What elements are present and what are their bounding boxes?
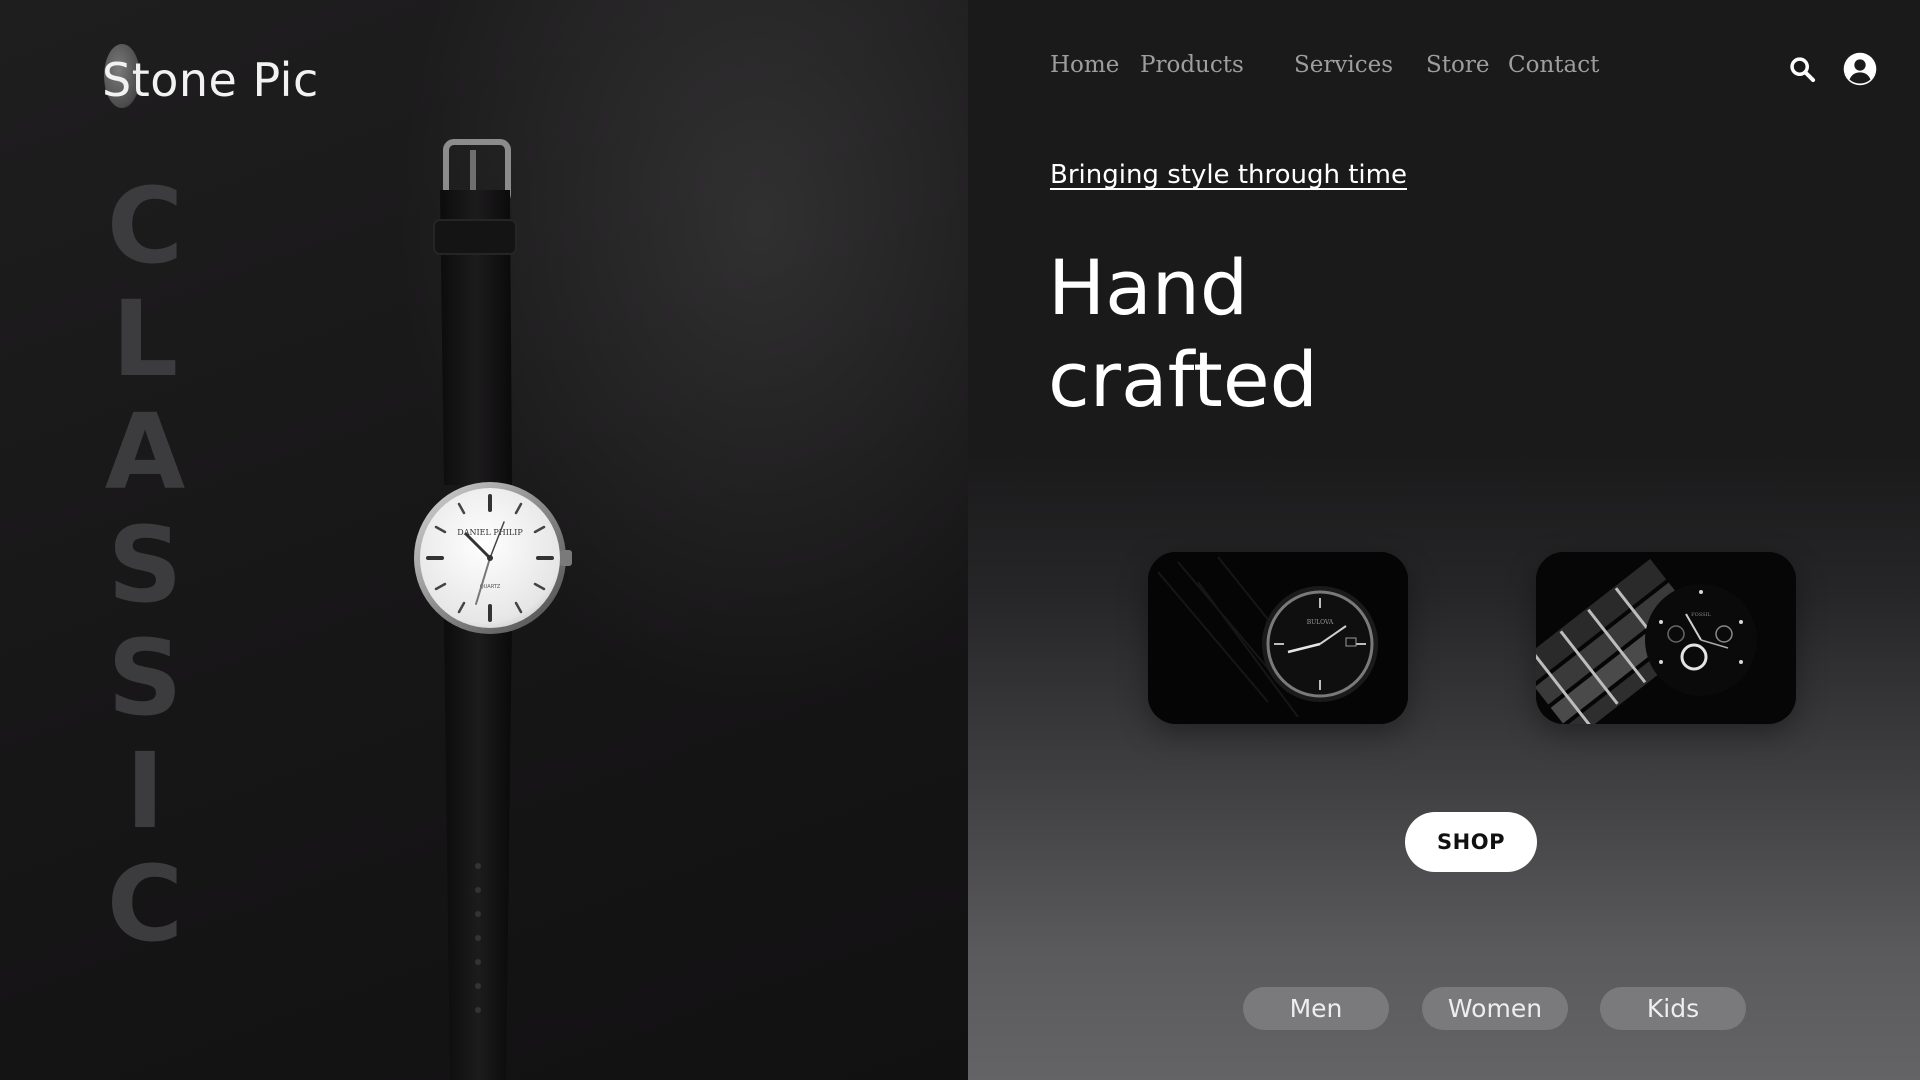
- search-icon: [1790, 57, 1816, 83]
- nav-services-link[interactable]: Services: [1294, 52, 1393, 78]
- wristwatch-illustration: DANIEL PHILIP QUARTZ: [414, 139, 572, 1080]
- headline-line-1: Hand: [1048, 243, 1249, 332]
- dial-sub-text: QUARTZ: [480, 584, 501, 590]
- brand-name: Stone Pic: [102, 53, 319, 107]
- vertical-classic-word: C L A S S I C: [100, 170, 190, 961]
- account-button[interactable]: [1843, 52, 1877, 86]
- landing-page: Stone Pic C L A S S I C DANIEL PHILIP QU…: [0, 0, 1920, 1080]
- nav-store-link[interactable]: Store: [1426, 52, 1489, 78]
- classic-letter: I: [125, 730, 165, 852]
- category-men-button[interactable]: Men: [1243, 987, 1389, 1030]
- nav-products-link[interactable]: Products: [1140, 52, 1244, 78]
- search-button[interactable]: [1785, 52, 1819, 86]
- product-thumbnail-1[interactable]: BULOVA: [1148, 552, 1408, 724]
- classic-letter: A: [104, 391, 186, 513]
- classic-letter: L: [111, 278, 179, 400]
- product-thumbnail-2[interactable]: FOSSIL: [1536, 552, 1796, 724]
- classic-letter: C: [106, 165, 184, 287]
- thumb-2-dial-text: FOSSIL: [1691, 612, 1711, 618]
- headline-line-2: crafted: [1048, 335, 1318, 424]
- watch-photo-2: FOSSIL: [1536, 552, 1796, 724]
- hero-image-panel: Stone Pic C L A S S I C DANIEL PHILIP QU…: [0, 0, 968, 1080]
- category-women-button[interactable]: Women: [1422, 987, 1568, 1030]
- hero-headline: Hand crafted: [1048, 242, 1318, 426]
- tagline-link[interactable]: Bringing style through time: [1050, 160, 1407, 190]
- category-kids-button[interactable]: Kids: [1600, 987, 1746, 1030]
- classic-letter: C: [106, 843, 184, 965]
- watch-photo-1: BULOVA: [1148, 552, 1408, 724]
- nav-home-link[interactable]: Home: [1050, 52, 1119, 78]
- classic-letter: S: [107, 504, 183, 626]
- nav-contact-link[interactable]: Contact: [1508, 52, 1599, 78]
- user-account-icon: [1843, 52, 1877, 86]
- shop-button[interactable]: SHOP: [1405, 812, 1537, 872]
- content-panel: Home Products Services Store Contact Bri…: [968, 0, 1920, 1080]
- brand-logo[interactable]: Stone Pic: [100, 40, 319, 120]
- classic-letter: S: [107, 617, 183, 739]
- thumb-1-dial-text: BULOVA: [1307, 619, 1334, 626]
